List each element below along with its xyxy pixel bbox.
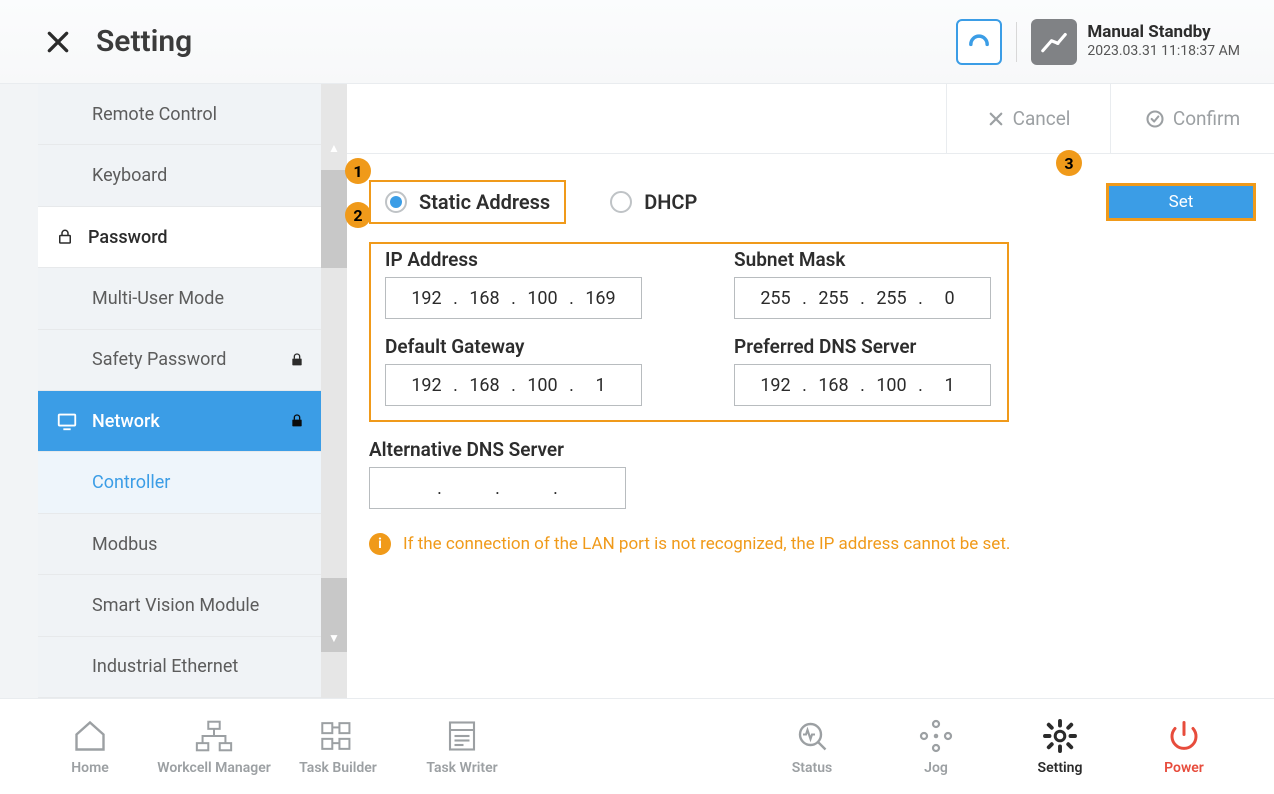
set-button[interactable]: Set bbox=[1106, 183, 1256, 221]
check-circle-icon bbox=[1145, 109, 1165, 129]
confirm-button[interactable]: Confirm bbox=[1110, 84, 1274, 153]
sidebar-item-smart-vision[interactable]: Smart Vision Module bbox=[38, 575, 321, 636]
info-icon: i bbox=[369, 533, 391, 555]
subnet-mask-input[interactable]: 255. 255. 255. 0 bbox=[734, 277, 991, 319]
default-gateway-label: Default Gateway bbox=[385, 335, 644, 358]
callout-1: 1 bbox=[345, 158, 371, 184]
robot-icon-button[interactable] bbox=[1031, 19, 1077, 65]
task-writer-icon bbox=[444, 718, 480, 754]
preferred-dns-label: Preferred DNS Server bbox=[734, 335, 993, 358]
power-icon bbox=[1166, 718, 1202, 754]
sidebar-item-keyboard[interactable]: Keyboard bbox=[38, 145, 321, 206]
task-builder-icon bbox=[318, 718, 358, 754]
sidebar-item-industrial-ethernet[interactable]: Industrial Ethernet bbox=[38, 637, 321, 698]
radio-dhcp[interactable]: DHCP bbox=[596, 182, 711, 222]
callout-3: 3 bbox=[1056, 150, 1082, 176]
radio-static-address[interactable]: Static Address bbox=[369, 180, 566, 224]
radio-icon bbox=[610, 191, 632, 213]
scroll-up-icon[interactable]: ▲ bbox=[321, 134, 347, 162]
alternative-dns-input[interactable]: . . . bbox=[369, 467, 626, 509]
page-title: Setting bbox=[96, 24, 192, 59]
sidebar: Remote Control Keyboard Password Multi-U… bbox=[0, 84, 321, 698]
subnet-mask-label: Subnet Mask bbox=[734, 248, 993, 271]
nav-task-writer[interactable]: Task Writer bbox=[400, 718, 524, 776]
lock-icon bbox=[289, 352, 305, 368]
sidebar-item-modbus[interactable]: Modbus bbox=[38, 514, 321, 575]
sidebar-item-password[interactable]: Password bbox=[38, 207, 321, 268]
servo-icon-button[interactable] bbox=[956, 19, 1002, 65]
status-time: 2023.03.31 11:18:37 AM bbox=[1087, 43, 1240, 61]
radio-icon bbox=[385, 191, 407, 213]
gear-icon bbox=[1042, 718, 1078, 754]
close-icon bbox=[987, 110, 1005, 128]
workcell-icon bbox=[194, 718, 234, 754]
alternative-dns-label: Alternative DNS Server bbox=[369, 438, 669, 461]
home-icon bbox=[72, 718, 108, 754]
nav-power[interactable]: Power bbox=[1122, 718, 1246, 776]
nav-status[interactable]: Status bbox=[750, 718, 874, 776]
ip-address-input[interactable]: 192. 168. 100. 169 bbox=[385, 277, 642, 319]
default-gateway-input[interactable]: 192. 168. 100. 1 bbox=[385, 364, 642, 406]
status-icon bbox=[794, 718, 830, 754]
nav-setting[interactable]: Setting bbox=[998, 718, 1122, 776]
sidebar-item-multi-user[interactable]: Multi-User Mode bbox=[38, 268, 321, 329]
lock-icon bbox=[56, 228, 74, 246]
monitor-icon bbox=[56, 410, 78, 432]
scroll-down-icon[interactable]: ▼ bbox=[321, 624, 347, 652]
sidebar-item-controller[interactable]: Controller bbox=[38, 452, 321, 513]
ip-address-label: IP Address bbox=[385, 248, 644, 271]
info-message: If the connection of the LAN port is not… bbox=[403, 534, 1010, 554]
cancel-button[interactable]: Cancel bbox=[946, 84, 1110, 153]
sidebar-item-network[interactable]: Network bbox=[38, 391, 321, 452]
nav-jog[interactable]: Jog bbox=[874, 718, 998, 776]
close-button[interactable] bbox=[42, 26, 74, 58]
jog-icon bbox=[918, 718, 954, 754]
callout-2: 2 bbox=[345, 202, 371, 228]
status-mode: Manual Standby bbox=[1087, 22, 1240, 43]
lock-icon bbox=[289, 413, 305, 429]
nav-task-builder[interactable]: Task Builder bbox=[276, 718, 400, 776]
scrollbar[interactable]: ▲ ▼ bbox=[321, 84, 347, 698]
nav-home[interactable]: Home bbox=[28, 718, 152, 776]
preferred-dns-input[interactable]: 192. 168. 100. 1 bbox=[734, 364, 991, 406]
sidebar-item-remote-control[interactable]: Remote Control bbox=[38, 84, 321, 145]
sidebar-item-safety-password[interactable]: Safety Password bbox=[38, 330, 321, 391]
divider bbox=[1016, 22, 1017, 62]
nav-workcell-manager[interactable]: Workcell Manager bbox=[152, 718, 276, 776]
